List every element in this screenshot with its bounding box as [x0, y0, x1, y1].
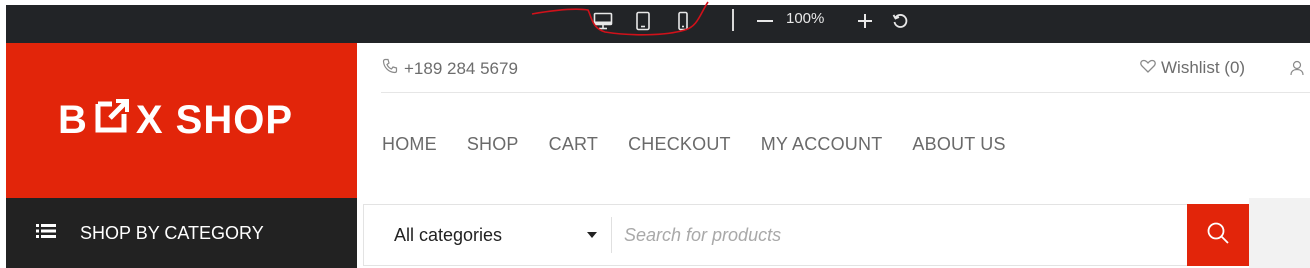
wishlist-link[interactable]: Wishlist (0) [1140, 58, 1245, 78]
nav-home[interactable]: HOME [382, 134, 437, 155]
phone-contact[interactable]: +189 284 5679 [382, 58, 518, 79]
header-divider [381, 92, 1310, 93]
toolbar-separator [732, 9, 734, 31]
wishlist-label: Wishlist (0) [1161, 58, 1246, 77]
category-select-value: All categories [394, 224, 503, 245]
tablet-icon[interactable] [629, 7, 657, 35]
mobile-icon[interactable] [669, 7, 697, 35]
main-nav: HOME SHOP CART CHECKOUT MY ACCOUNT ABOUT… [382, 134, 1006, 155]
heart-icon [1140, 58, 1156, 78]
phone-icon [382, 58, 398, 79]
category-select[interactable]: All categories [364, 205, 611, 265]
search-input[interactable] [624, 213, 1184, 257]
rotate-ccw-icon[interactable] [886, 7, 914, 35]
page: 100% B X SHOP +189 284 5679 Wishlist (0)… [0, 0, 1310, 268]
search-button[interactable] [1187, 204, 1249, 266]
search-divider [611, 217, 612, 253]
search-icon [1206, 221, 1230, 250]
nav-my-account[interactable]: MY ACCOUNT [761, 134, 883, 155]
account-icon[interactable] [1290, 60, 1308, 81]
menu-list-icon [36, 223, 56, 244]
category-label: SHOP BY CATEGORY [80, 222, 264, 243]
nav-checkout[interactable]: CHECKOUT [628, 134, 731, 155]
box-logo-icon [94, 98, 130, 144]
nav-shop[interactable]: SHOP [467, 134, 519, 155]
preview-toolbar: 100% [6, 5, 1310, 43]
shop-by-category-button[interactable]: SHOP BY CATEGORY [6, 198, 357, 268]
right-panel [1249, 198, 1310, 268]
nav-about-us[interactable]: ABOUT US [912, 134, 1005, 155]
logo[interactable]: B X SHOP [6, 43, 357, 198]
caret-down-icon [587, 232, 597, 238]
phone-number: +189 284 5679 [404, 58, 518, 78]
logo-text-right: X SHOP [135, 98, 294, 142]
logo-text-left: B [57, 98, 88, 142]
zoom-level: 100% [786, 10, 825, 27]
plus-icon[interactable] [851, 7, 879, 35]
minus-icon[interactable] [751, 7, 779, 35]
nav-cart[interactable]: CART [549, 134, 598, 155]
search-bar: All categories [363, 204, 1188, 266]
desktop-icon[interactable] [589, 7, 617, 35]
